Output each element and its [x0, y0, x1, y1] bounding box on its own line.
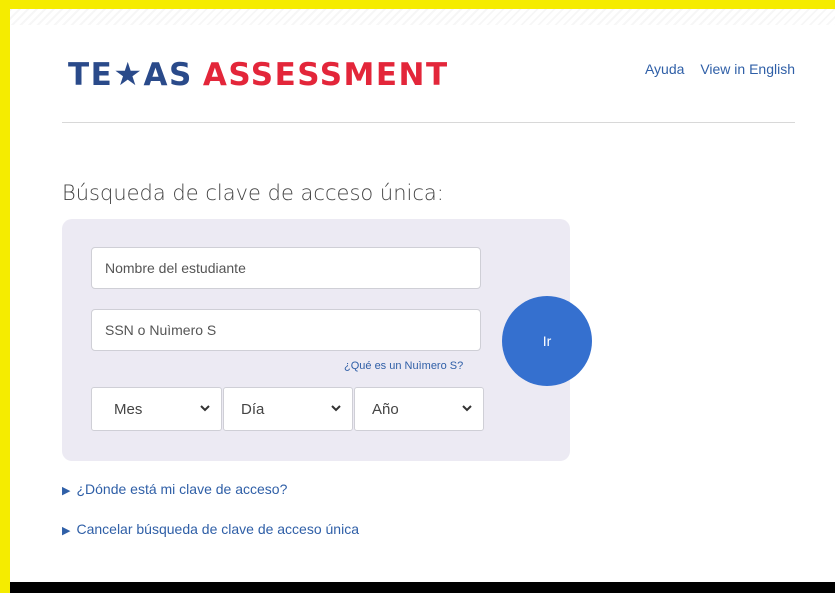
day-select[interactable]: Día: [223, 387, 353, 431]
ssn-input[interactable]: SSN o Nuìmero S: [91, 309, 481, 351]
year-select-value: Año: [372, 400, 399, 418]
view-in-english-link[interactable]: View in English: [700, 61, 795, 77]
highlight-border-top: [0, 0, 835, 9]
help-link[interactable]: Ayuda: [645, 61, 684, 77]
year-select[interactable]: Año: [354, 387, 484, 431]
header-divider: [62, 122, 795, 123]
highlight-border-left: [0, 0, 10, 593]
month-select-value: Mes: [114, 400, 143, 418]
expand-triangle-icon: ▶: [62, 525, 71, 537]
where-is-code-link[interactable]: ▶ ¿Dónde está mi clave de acceso?: [62, 481, 287, 497]
header-links: Ayuda View in English: [633, 61, 795, 77]
student-name-placeholder: Nombre del estudiante: [105, 260, 246, 276]
screenshot-frame: TE★AS ASSESSMENT Ayuda View in English Bú…: [0, 0, 835, 593]
cancel-search-link[interactable]: ▶ Cancelar búsqueda de clave de acceso ún…: [62, 521, 359, 537]
logo-text-assessment: ASSESSMENT: [202, 57, 449, 93]
page: TE★AS ASSESSMENT Ayuda View in English Bú…: [10, 9, 835, 582]
chevron-down-icon: [200, 405, 210, 412]
expand-triangle-icon: ▶: [62, 485, 71, 497]
page-title: Búsqueda de clave de acceso única:: [62, 181, 444, 205]
decorative-strip: [10, 9, 835, 25]
logo-text-te: TE: [68, 57, 114, 93]
logo-text-as: AS: [143, 57, 193, 93]
go-button[interactable]: Ir: [502, 296, 592, 386]
student-name-input[interactable]: Nombre del estudiante: [91, 247, 481, 289]
where-is-code-label: ¿Dónde está mi clave de acceso?: [76, 481, 288, 497]
what-is-s-number-link[interactable]: ¿Qué es un Nuìmero S?: [344, 360, 463, 372]
chevron-down-icon: [462, 405, 472, 412]
chevron-down-icon: [331, 405, 341, 412]
star-icon: ★: [113, 55, 144, 93]
cancel-search-label: Cancelar búsqueda de clave de acceso úni…: [76, 521, 359, 537]
month-select[interactable]: Mes: [91, 387, 222, 431]
texas-assessment-logo: TE★AS ASSESSMENT: [68, 55, 449, 93]
ssn-placeholder: SSN o Nuìmero S: [105, 322, 217, 338]
day-select-value: Día: [241, 400, 265, 418]
